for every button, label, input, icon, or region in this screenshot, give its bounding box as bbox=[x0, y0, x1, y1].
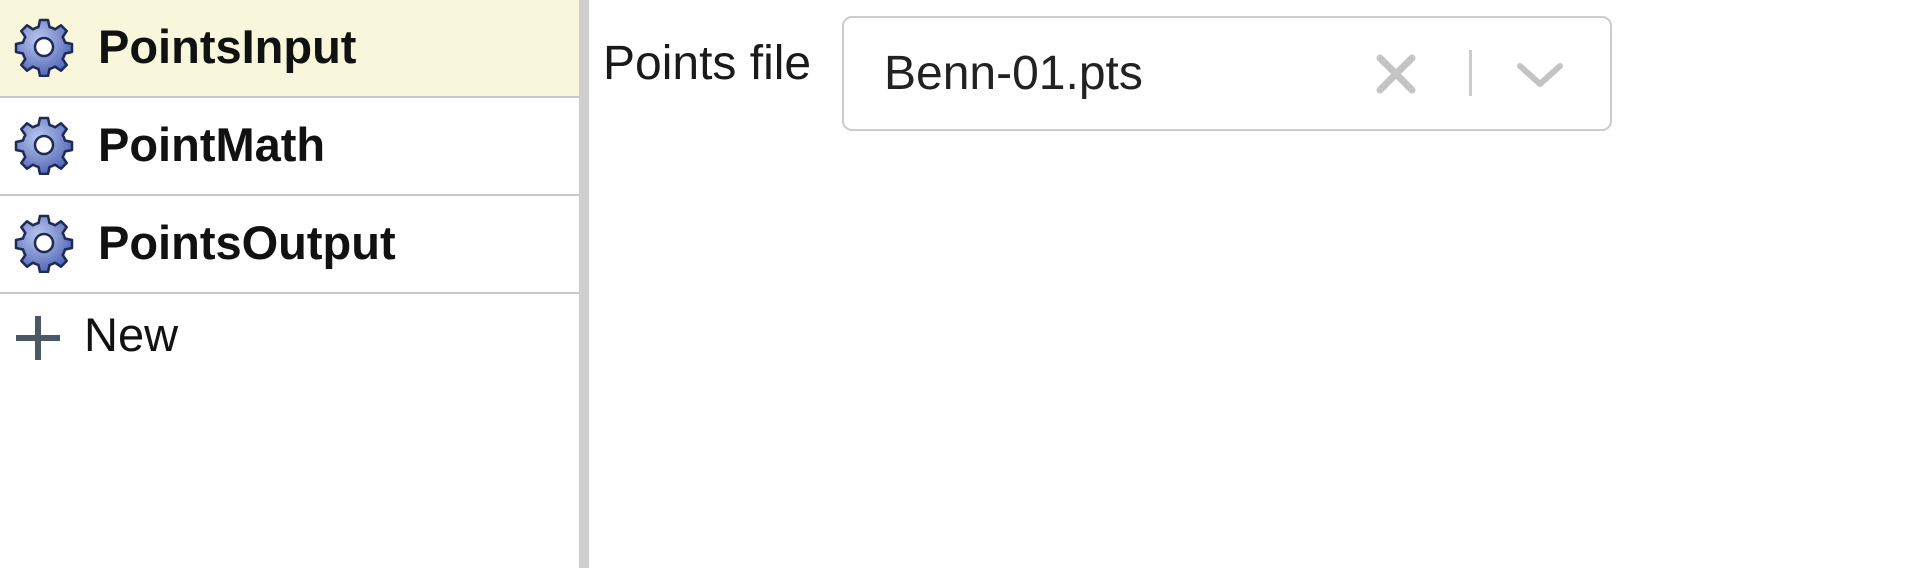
gear-icon bbox=[14, 18, 74, 77]
points-file-value: Benn-01.pts bbox=[884, 47, 1143, 100]
sidebar-item-label: PointMath bbox=[98, 118, 326, 171]
gear-icon bbox=[14, 214, 74, 273]
panel-splitter[interactable] bbox=[579, 0, 589, 568]
sidebar-item-pointsoutput[interactable]: PointsOutput bbox=[0, 196, 579, 294]
sidebar-item-label: PointsInput bbox=[98, 20, 357, 73]
close-icon[interactable] bbox=[1372, 50, 1420, 98]
sidebar-item-pointmath[interactable]: PointMath bbox=[0, 98, 579, 196]
app-window: PointsInput PointMath PointsOutput New P… bbox=[0, 0, 1920, 568]
sidebar: PointsInput PointMath PointsOutput New bbox=[0, 0, 579, 568]
gear-icon bbox=[14, 116, 74, 175]
points-file-label: Points file bbox=[603, 37, 812, 90]
indicator-separator bbox=[1469, 50, 1472, 96]
plus-icon bbox=[16, 316, 60, 360]
new-item-label: New bbox=[84, 308, 179, 361]
new-item-button[interactable]: New bbox=[0, 296, 579, 376]
points-file-select[interactable]: Benn-01.pts bbox=[842, 16, 1612, 131]
chevron-down-icon[interactable] bbox=[1514, 56, 1566, 94]
main-panel: Points file Benn-01.pts bbox=[589, 0, 1920, 568]
sidebar-item-label: PointsOutput bbox=[98, 216, 396, 269]
sidebar-item-pointsinput[interactable]: PointsInput bbox=[0, 0, 579, 98]
